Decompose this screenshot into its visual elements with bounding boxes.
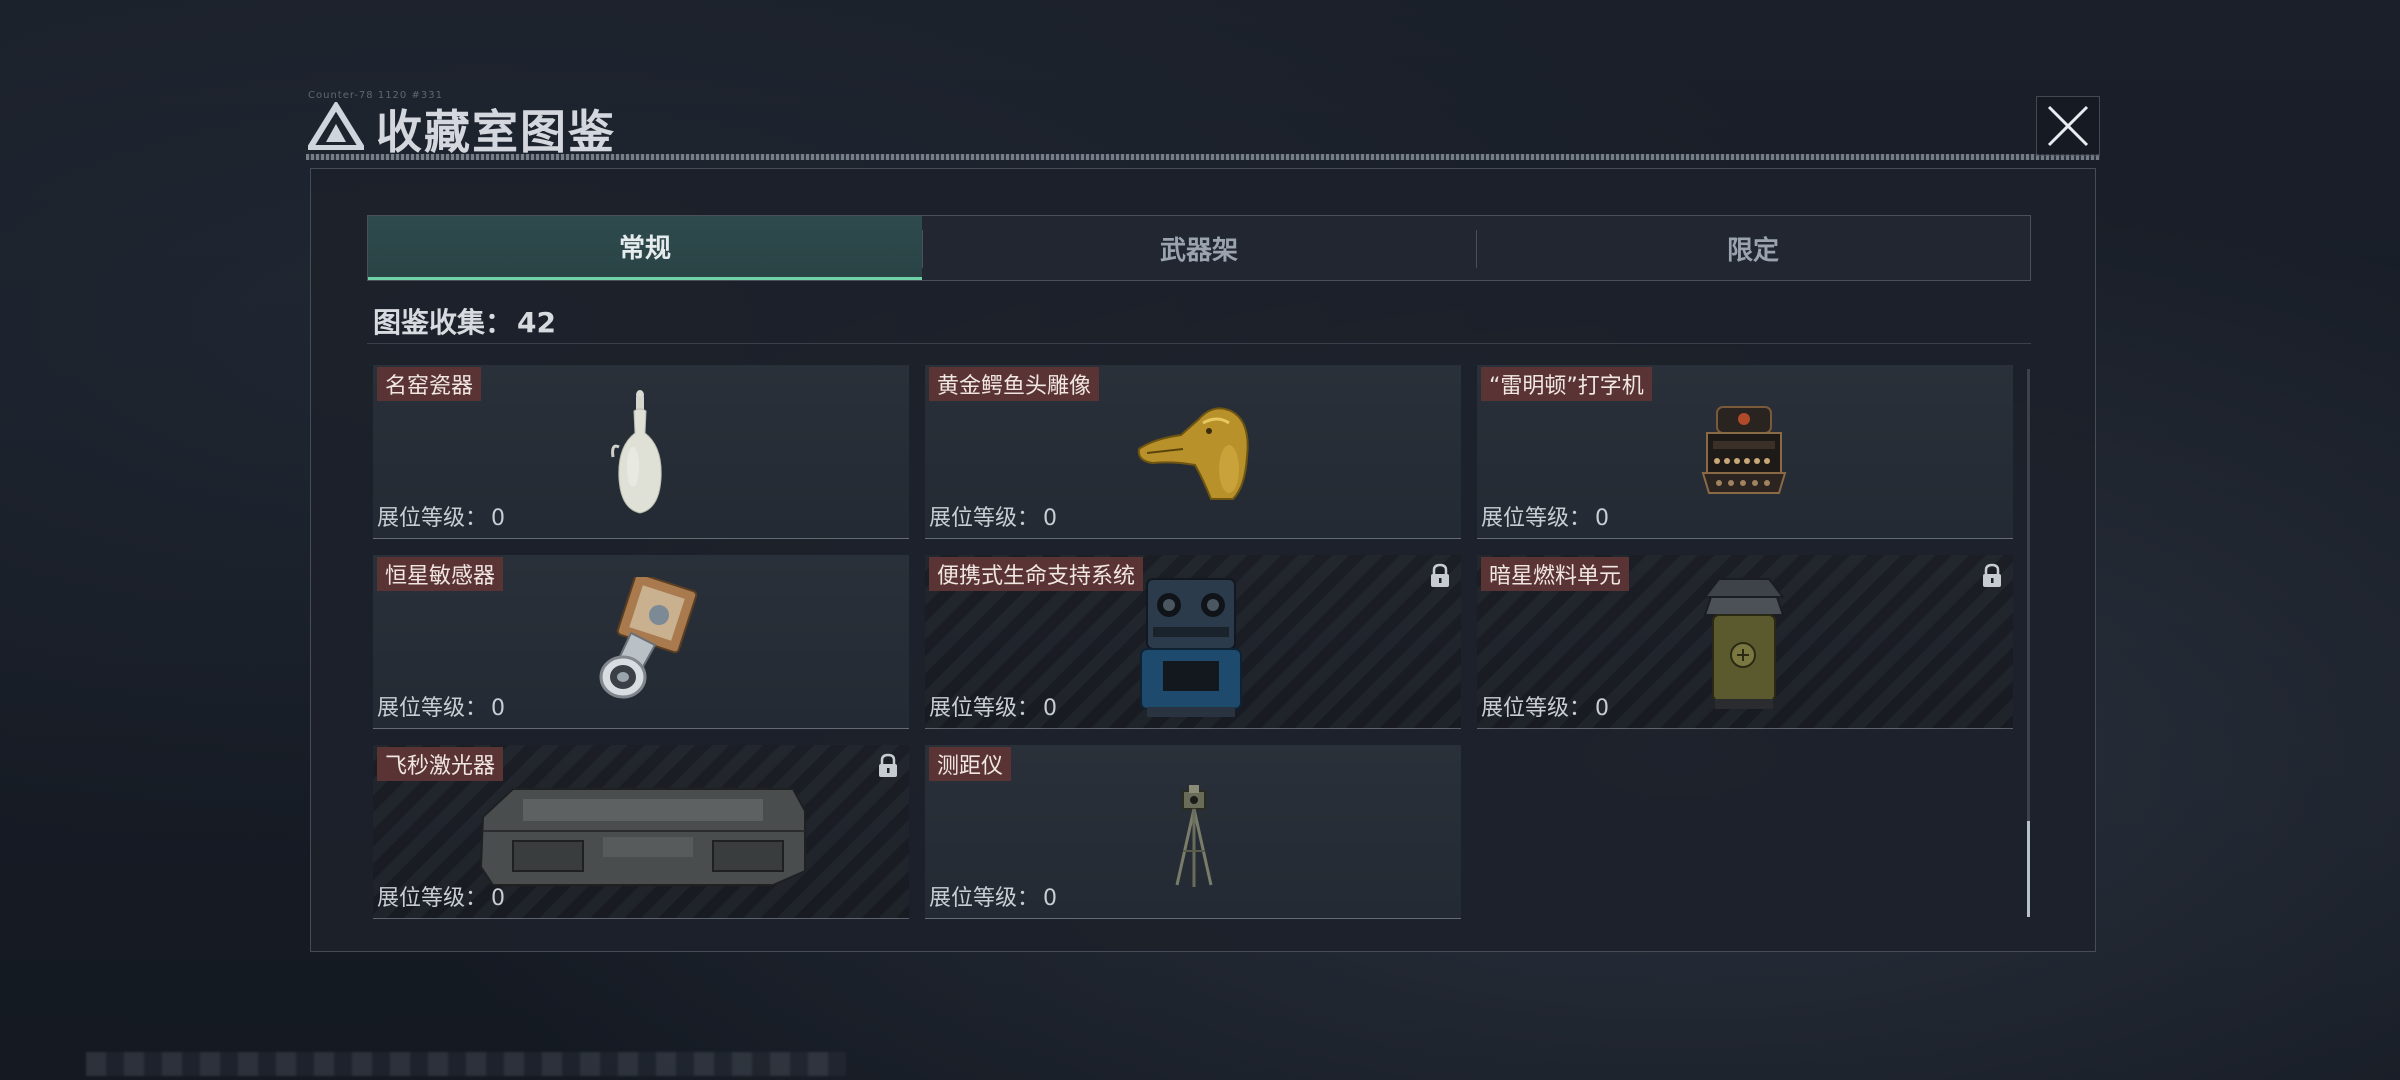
scrollbar-thumb[interactable]: [2027, 821, 2030, 917]
level-label: 展位等级：: [929, 506, 1040, 531]
star-sensor-icon: [599, 577, 698, 699]
item-card[interactable]: 测距仪 展位等级： 0: [925, 745, 1461, 919]
triangle-logo-icon: [308, 102, 364, 150]
level-value: 0: [1043, 506, 1058, 531]
rangefinder-icon: [1175, 785, 1213, 887]
level-value: 0: [1043, 696, 1058, 721]
collection-count: 图鉴收集： 42: [369, 301, 556, 341]
item-grid: 名窑瓷器 展位等级： 0 黄金鳄鱼头雕像 展位等级： 0 “雷明顿”打字机 展位…: [373, 365, 2013, 925]
item-name: 名窑瓷器: [377, 367, 482, 401]
level-label: 展位等级：: [377, 696, 488, 721]
item-card[interactable]: 黄金鳄鱼头雕像 展位等级： 0: [925, 365, 1461, 539]
level-value: 0: [1595, 506, 1610, 531]
item-level: 展位等级： 0: [929, 690, 1057, 722]
item-card-locked[interactable]: 暗星燃料单元 展位等级： 0: [1477, 555, 2013, 729]
item-name: 飞秒激光器: [377, 747, 504, 781]
level-label: 展位等级：: [1481, 506, 1592, 531]
item-name: 恒星敏感器: [377, 557, 504, 591]
tab-weapon-rack[interactable]: 武器架: [922, 216, 1476, 280]
level-value: 0: [491, 696, 506, 721]
item-card-locked[interactable]: 便携式生命支持系统 展位等级： 0: [925, 555, 1461, 729]
collection-label: 图鉴收集：: [373, 306, 514, 339]
item-level: 展位等级： 0: [377, 880, 505, 912]
collection-value: 42: [517, 306, 556, 339]
item-name: “雷明顿”打字机: [1481, 367, 1652, 401]
panel-header: Counter-78 1120 #331 收藏室图鉴: [306, 90, 2100, 160]
porcelain-vase-icon: [611, 390, 662, 514]
blurred-footer: [86, 1052, 846, 1076]
item-card[interactable]: 恒星敏感器 展位等级： 0: [373, 555, 909, 729]
level-value: 0: [1043, 886, 1058, 911]
femtosecond-laser-icon: [479, 788, 806, 886]
tab-limited[interactable]: 限定: [1476, 216, 2030, 280]
tab-regular[interactable]: 常规: [368, 216, 922, 280]
level-value: 0: [1595, 696, 1610, 721]
level-label: 展位等级：: [929, 886, 1040, 911]
item-level: 展位等级： 0: [929, 500, 1057, 532]
item-card-locked[interactable]: 飞秒激光器 展位等级： 0: [373, 745, 909, 919]
fuel-cell-icon: [1702, 578, 1786, 709]
lock-icon: [1431, 563, 1449, 587]
item-card[interactable]: 名窑瓷器 展位等级： 0: [373, 365, 909, 539]
level-value: 0: [491, 506, 506, 531]
golden-crocodile-head-icon: [1137, 407, 1249, 500]
item-card[interactable]: “雷明顿”打字机 展位等级： 0: [1477, 365, 2013, 539]
close-icon: [2047, 105, 2089, 147]
item-level: 展位等级： 0: [929, 880, 1057, 912]
item-level: 展位等级： 0: [377, 500, 505, 532]
level-label: 展位等级：: [929, 696, 1040, 721]
level-label: 展位等级：: [1481, 696, 1592, 721]
typewriter-icon: [1701, 406, 1787, 494]
life-support-icon: [1140, 578, 1242, 717]
divider: [367, 343, 2031, 344]
item-level: 展位等级： 0: [1481, 500, 1609, 532]
item-level: 展位等级： 0: [377, 690, 505, 722]
item-name: 测距仪: [929, 747, 1012, 781]
level-value: 0: [491, 886, 506, 911]
item-name: 暗星燃料单元: [1481, 557, 1630, 591]
header-divider: [306, 154, 2100, 160]
item-level: 展位等级： 0: [1481, 690, 1609, 722]
close-button[interactable]: [2036, 96, 2100, 156]
item-name: 便携式生命支持系统: [929, 557, 1144, 591]
item-name: 黄金鳄鱼头雕像: [929, 367, 1100, 401]
level-label: 展位等级：: [377, 886, 488, 911]
page-title: 收藏室图鉴: [376, 105, 616, 159]
level-label: 展位等级：: [377, 506, 488, 531]
lock-icon: [1983, 563, 2001, 587]
collection-panel: 常规 武器架 限定 图鉴收集：42 名窑瓷器 展位等级：0 黄金鳄鱼头雕像: [310, 168, 2096, 952]
lock-icon: [879, 753, 897, 777]
tab-bar: 常规 武器架 限定: [367, 215, 2031, 281]
